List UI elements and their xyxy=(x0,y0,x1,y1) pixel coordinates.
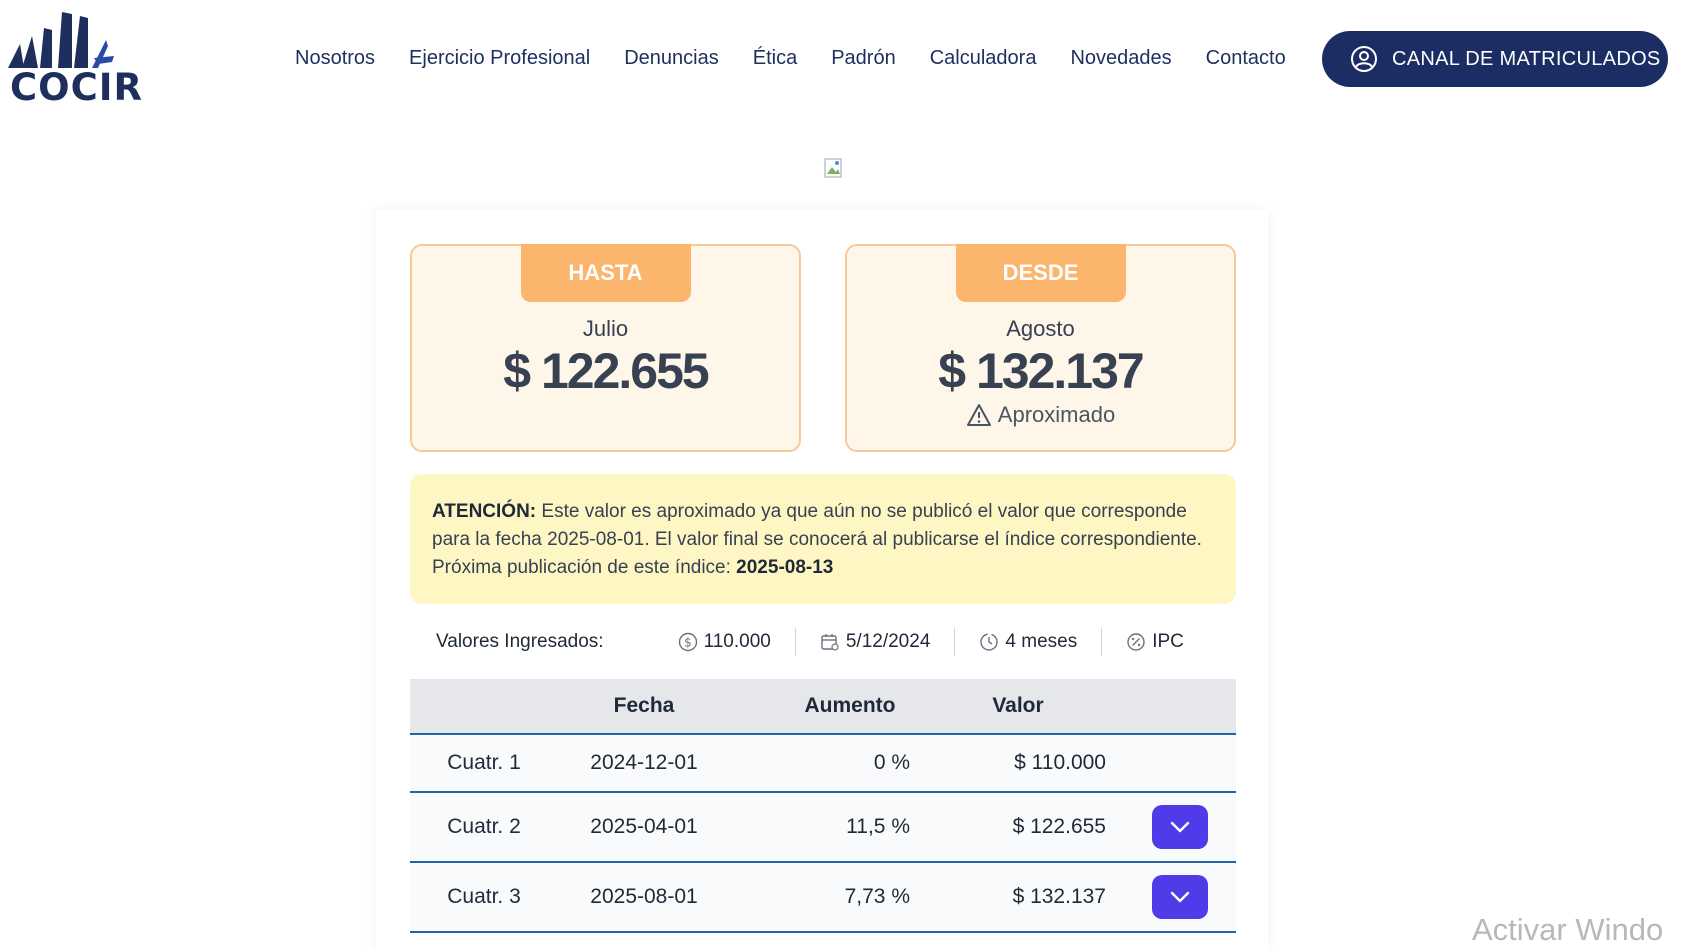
entered-period: 4 meses xyxy=(955,631,1101,653)
entered-date-value: 5/12/2024 xyxy=(845,631,931,652)
nav-item-nosotros[interactable]: Nosotros xyxy=(295,47,375,70)
entered-index-value: IPC xyxy=(1152,631,1184,652)
nav-item-padron[interactable]: Padrón xyxy=(831,47,896,70)
row-aumento: 11,5 % xyxy=(846,815,910,838)
chevron-down-icon xyxy=(1170,821,1190,833)
results-table: Fecha Aumento Valor Cuatr. 1 2024-12-01 … xyxy=(410,679,1236,933)
nav-item-etica[interactable]: Ética xyxy=(753,47,797,70)
hasta-tag: HASTA xyxy=(520,244,691,302)
percent-icon xyxy=(1127,633,1145,651)
alert-date: 2025-08-13 xyxy=(736,557,834,578)
entered-values: Valores Ingresados: $ 110.000 5/12/2024 … xyxy=(410,622,1236,662)
row-valor: $ 132.137 xyxy=(1012,885,1106,908)
expand-row-button[interactable] xyxy=(1152,875,1208,919)
entered-amount: $ 110.000 xyxy=(654,631,795,653)
entered-amount-value: 110.000 xyxy=(703,631,771,652)
main-nav: Nosotros Ejercicio Profesional Denuncias… xyxy=(295,47,1320,70)
attention-alert: ATENCIÓN: Este valor es aproximado ya qu… xyxy=(410,474,1236,604)
entered-period-value: 4 meses xyxy=(1005,631,1078,652)
row-actions xyxy=(1106,875,1236,919)
entered-date: 5/12/2024 xyxy=(796,631,955,653)
nav-item-novedades[interactable]: Novedades xyxy=(1070,47,1171,70)
row-actions xyxy=(1106,805,1236,849)
desde-month: Agosto xyxy=(1006,316,1075,341)
nav-item-ejercicio-profesional[interactable]: Ejercicio Profesional xyxy=(409,47,590,70)
dollar-icon: $ xyxy=(678,632,697,652)
nav-item-calculadora[interactable]: Calculadora xyxy=(930,47,1037,70)
col-header-aumento: Aumento xyxy=(804,694,896,717)
canal-matriculados-button[interactable]: CANAL DE MATRICULADOS xyxy=(1322,31,1668,87)
approx-label: Aproximado xyxy=(997,402,1116,427)
clock-icon xyxy=(980,633,999,651)
chevron-down-icon xyxy=(1170,891,1190,903)
nav-item-denuncias[interactable]: Denuncias xyxy=(624,47,719,70)
row-label: Cuatr. 1 xyxy=(447,751,521,774)
logo-text: COCIR xyxy=(10,66,144,109)
table-header: Fecha Aumento Valor xyxy=(410,679,1236,735)
desde-amount: $ 132.137 xyxy=(938,343,1144,399)
col-header-fecha: Fecha xyxy=(613,694,675,717)
nav-item-contacto[interactable]: Contacto xyxy=(1206,47,1286,70)
row-label: Cuatr. 3 xyxy=(447,885,521,908)
broken-image-icon xyxy=(824,158,842,178)
table-row: Cuatr. 2 2025-04-01 11,5 % $ 122.655 xyxy=(410,793,1236,863)
desde-tag: DESDE xyxy=(955,244,1126,302)
row-fecha: 2025-08-01 xyxy=(590,885,698,908)
approx-note: Aproximado xyxy=(847,402,1234,428)
warning-icon xyxy=(966,404,991,426)
user-circle-icon xyxy=(1351,46,1377,72)
row-fecha: 2024-12-01 xyxy=(590,751,698,774)
row-valor: $ 110.000 xyxy=(1014,751,1106,774)
windows-activation-watermark: Activar Windo xyxy=(1472,912,1664,947)
entered-index: IPC xyxy=(1102,631,1208,653)
calendar-icon xyxy=(821,634,839,651)
row-valor: $ 122.655 xyxy=(1012,815,1106,838)
table-row: Cuatr. 3 2025-08-01 7,73 % $ 132.137 xyxy=(410,863,1236,933)
alert-strong: ATENCIÓN: xyxy=(432,501,537,522)
entered-values-label: Valores Ingresados: xyxy=(436,631,604,652)
svg-text:$: $ xyxy=(684,636,692,650)
site-header: COCIR Nosotros Ejercicio Profesional Den… xyxy=(0,0,1681,120)
price-card-hasta: HASTA Julio $ 122.655 xyxy=(410,244,801,452)
row-label: Cuatr. 2 xyxy=(447,815,521,838)
col-header-valor: Valor xyxy=(992,694,1044,717)
price-card-desde: DESDE Agosto $ 132.137 Aproximado xyxy=(845,244,1236,452)
hasta-month: Julio xyxy=(582,316,629,341)
row-aumento: 0 % xyxy=(873,751,910,774)
row-aumento: 7,73 % xyxy=(844,885,910,908)
hasta-amount: $ 122.655 xyxy=(503,343,709,399)
table-row: Cuatr. 1 2024-12-01 0 % $ 110.000 xyxy=(410,735,1236,793)
canal-matriculados-label: CANAL DE MATRICULADOS xyxy=(1392,47,1661,70)
row-fecha: 2025-04-01 xyxy=(590,815,698,838)
expand-row-button[interactable] xyxy=(1152,805,1208,849)
